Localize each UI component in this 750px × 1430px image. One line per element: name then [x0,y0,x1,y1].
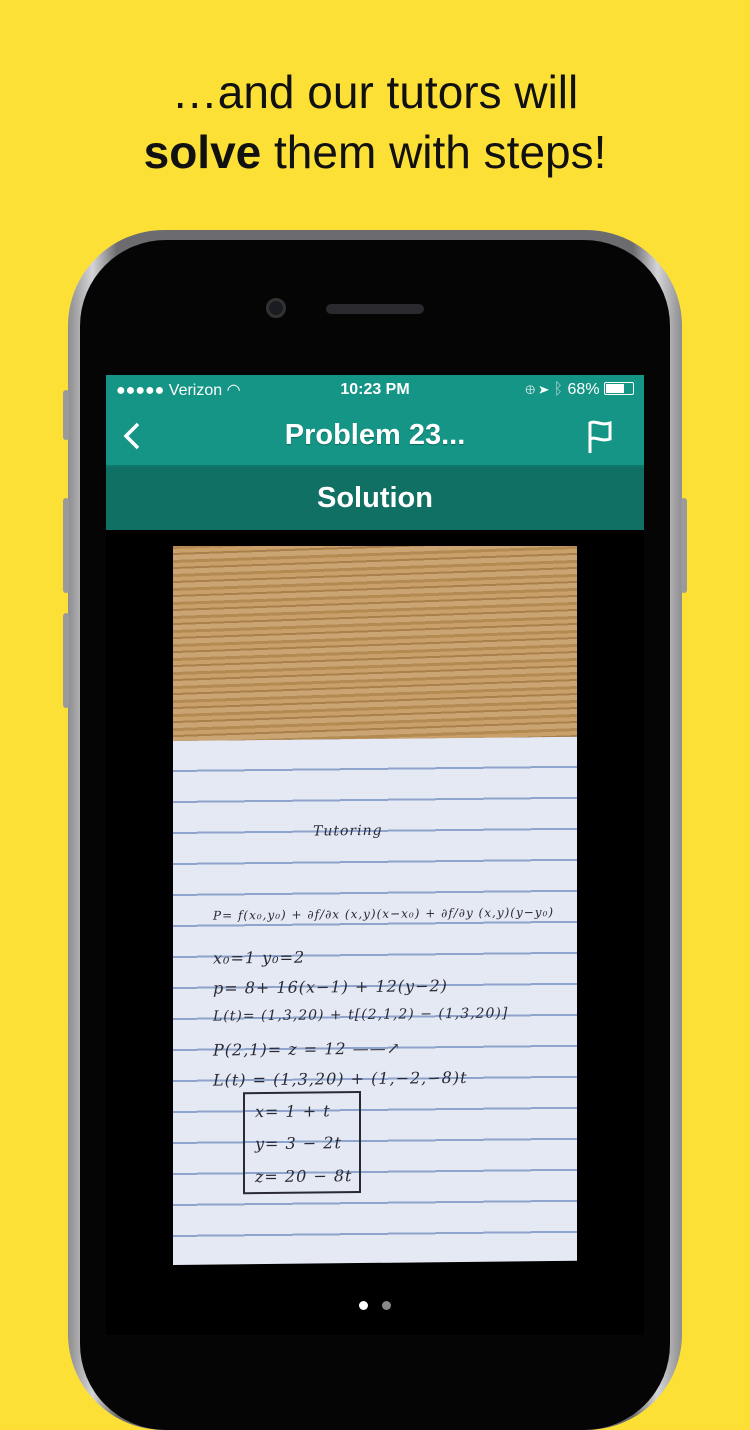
signal-icon: ●●●●● [116,382,165,399]
notebook-paper: Tutoring P= f(x₀,y₀) + ∂f/∂x (x,y)(x−x₀)… [173,736,577,1265]
status-bar: ●●●●● Verizon ◠ 10:23 PM ⊕ ➤ ᛒ 68% [106,375,644,405]
hw-line: p= 8+ 16(x−1) + 12(y−2) [213,976,448,998]
hw-title: Tutoring [313,822,383,840]
hw-line: P(2,1)= z = 12 ——↗ [213,1038,402,1060]
nav-title: Problem 23... [284,419,466,451]
earpiece-speaker [326,304,424,314]
hw-boxed: z= 20 − 8t [255,1166,353,1187]
phone-screen: ●●●●● Verizon ◠ 10:23 PM ⊕ ➤ ᛒ 68% Probl… [106,375,644,1335]
hw-line: L(t)= (1,3,20) + t[(2,1,2) − (1,3,20)] [213,1005,509,1025]
power-button [681,498,687,593]
volume-up-button [63,498,69,593]
solution-photo[interactable]: Tutoring P= f(x₀,y₀) + ∂f/∂x (x,y)(x−x₀)… [173,546,577,1265]
page-dot-active[interactable] [359,1301,368,1310]
location-icon: ➤ [539,381,549,398]
volume-down-button [63,613,69,708]
page-dot[interactable] [382,1301,391,1310]
carrier-name: Verizon [168,382,223,399]
solution-header: Solution [106,467,644,530]
carrier: ●●●●● Verizon ◠ [116,380,241,400]
flag-icon[interactable] [586,419,614,455]
hw-boxed: y= 3 − 2t [255,1133,342,1154]
bluetooth-icon: ᛒ [553,381,564,398]
hw-line: L(t) = (1,3,20) + (1,−2,−8)t [213,1067,468,1090]
headline-line1: …and our tutors will [171,66,579,118]
wifi-icon: ◠ [226,382,241,399]
battery-icon [604,382,634,395]
mute-switch [63,390,69,440]
navigation-bar: Problem 23... [106,405,644,467]
answer-box: x= 1 + t y= 3 − 2t z= 20 − 8t [243,1091,361,1195]
rotation-lock-icon: ⊕ [525,381,535,398]
front-camera [266,298,286,318]
headline-rest: them with steps! [261,126,607,178]
headline-line2: solve them with steps! [0,122,750,182]
battery-percent: 68% [567,381,600,398]
status-right: ⊕ ➤ ᛒ 68% [525,381,634,399]
hw-line: P= f(x₀,y₀) + ∂f/∂x (x,y)(x−x₀) + ∂f/∂y … [213,905,555,923]
headline: …and our tutors will solve them with ste… [0,62,750,182]
wood-surface [173,546,577,745]
hw-boxed: x= 1 + t [255,1101,331,1122]
page-indicator[interactable] [106,1301,644,1310]
hw-line: x₀=1 y₀=2 [213,947,306,968]
headline-bold: solve [143,126,262,178]
